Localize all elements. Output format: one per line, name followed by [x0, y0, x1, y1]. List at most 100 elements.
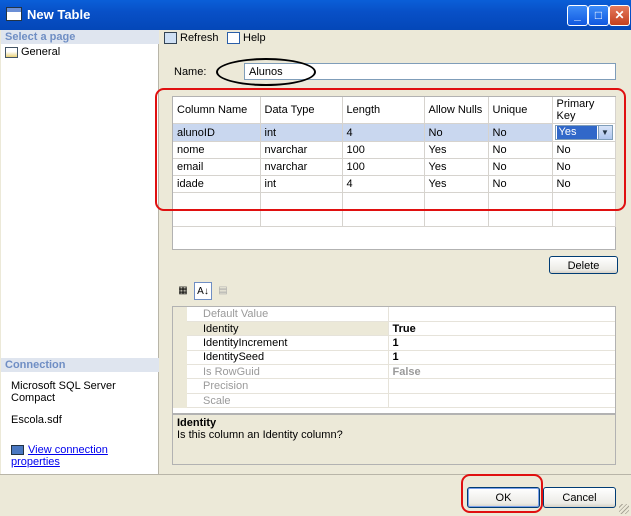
grid-cell[interactable]	[552, 192, 616, 210]
primary-key-dropdown[interactable]: Yes ▼	[554, 125, 613, 140]
database-name: Escola.sdf	[11, 414, 62, 426]
grid-cell[interactable]: No	[488, 158, 553, 176]
page-item-label: General	[21, 46, 61, 58]
property-row[interactable]: Identity True	[173, 321, 615, 337]
property-row[interactable]: Scale	[173, 393, 615, 409]
grid-cell[interactable]: No	[552, 158, 616, 176]
column-header[interactable]: Unique	[488, 97, 553, 124]
view-connection-properties-link[interactable]: View connection properties	[11, 444, 108, 468]
grid-cell[interactable]	[173, 192, 261, 210]
alphabetical-sort-icon[interactable]: A↓	[194, 282, 212, 300]
grid-cell[interactable]: 100	[342, 141, 425, 159]
grid-cell[interactable]: email	[173, 158, 261, 176]
grid-cell[interactable]: 100	[342, 158, 425, 176]
view-connection-properties[interactable]: View connection properties	[11, 444, 158, 468]
property-value[interactable]: False	[388, 364, 615, 380]
grid-cell[interactable]: Yes	[424, 141, 489, 159]
grid-cell[interactable]: idade	[173, 175, 261, 193]
grid-cell[interactable]: alunoID	[173, 123, 261, 142]
description-title: Identity	[177, 417, 217, 429]
property-name: Identity	[187, 321, 389, 337]
minimize-button[interactable]: _	[567, 5, 588, 26]
server-name: Microsoft SQL Server Compact	[11, 380, 116, 404]
property-gutter	[173, 350, 187, 365]
name-label: Name:	[174, 66, 207, 78]
grid-cell[interactable]: No	[552, 175, 616, 193]
categorized-icon[interactable]: ▦	[174, 282, 192, 300]
property-value[interactable]	[388, 393, 615, 409]
property-gutter	[173, 364, 187, 379]
ok-button[interactable]: OK	[467, 487, 540, 508]
delete-button[interactable]: Delete	[549, 256, 618, 274]
grid-cell[interactable]: int	[260, 123, 343, 142]
grid-cell[interactable]: No	[488, 123, 553, 142]
grid-cell[interactable]	[342, 192, 425, 210]
grid-cell[interactable]: nvarchar	[260, 141, 343, 159]
table-row[interactable]: nome nvarchar 100 Yes No No	[173, 141, 616, 159]
property-row[interactable]: Default Value	[173, 307, 615, 322]
property-pages-icon[interactable]: ▤	[214, 282, 232, 300]
column-header[interactable]: Column Name	[173, 97, 261, 124]
grid-cell[interactable]: nome	[173, 141, 261, 159]
grid-cell[interactable]	[424, 209, 489, 227]
grid-cell[interactable]: Yes	[424, 158, 489, 176]
property-name: Default Value	[187, 307, 389, 322]
refresh-label: Refresh	[180, 32, 219, 44]
maximize-button[interactable]: □	[588, 5, 609, 26]
column-header[interactable]: Length	[342, 97, 425, 124]
resize-grip[interactable]	[619, 504, 629, 514]
property-value[interactable]: True	[388, 321, 615, 337]
property-name: Precision	[187, 378, 389, 394]
cancel-button[interactable]: Cancel	[543, 487, 616, 508]
table-row[interactable]: email nvarchar 100 Yes No No	[173, 158, 616, 176]
page-item-general[interactable]: General	[5, 44, 60, 60]
help-icon	[227, 32, 240, 45]
property-value[interactable]: 1	[388, 335, 615, 351]
property-toolbar: ▦ A↓ ▤	[174, 282, 234, 300]
property-row[interactable]: IdentitySeed 1	[173, 350, 615, 366]
grid-cell[interactable]: No	[488, 141, 553, 159]
grid-cell[interactable]	[488, 192, 553, 210]
grid-cell[interactable]: 4	[342, 123, 425, 142]
grid-cell[interactable]	[552, 209, 616, 227]
column-header[interactable]: Primary Key	[552, 97, 616, 124]
property-value[interactable]	[388, 378, 615, 394]
grid-cell[interactable]	[173, 209, 261, 227]
grid-cell[interactable]: int	[260, 175, 343, 193]
empty-row[interactable]	[173, 192, 616, 210]
grid-cell[interactable]	[488, 209, 553, 227]
refresh-button[interactable]: Refresh	[164, 31, 219, 45]
grid-cell[interactable]	[260, 209, 343, 227]
grid-cell[interactable]: Yes	[424, 175, 489, 193]
column-header[interactable]: Allow Nulls	[424, 97, 489, 124]
grid-cell[interactable]	[424, 192, 489, 210]
property-value[interactable]	[388, 307, 615, 322]
chevron-down-icon[interactable]: ▼	[597, 126, 612, 139]
property-value[interactable]: 1	[388, 350, 615, 366]
close-button[interactable]: ✕	[609, 5, 630, 26]
columns-grid: Column Name Data Type Length Allow Nulls Uni…	[172, 96, 616, 250]
table-icon	[6, 7, 22, 21]
grid-cell[interactable]: 4	[342, 175, 425, 193]
grid-cell[interactable]: nvarchar	[260, 158, 343, 176]
grid-cell[interactable]: No	[552, 141, 616, 159]
property-gutter	[173, 307, 187, 322]
general-page-icon	[5, 46, 18, 58]
empty-row[interactable]	[173, 209, 616, 227]
property-row[interactable]: IdentityIncrement 1	[173, 335, 615, 351]
grid-cell[interactable]	[342, 209, 425, 227]
grid-cell[interactable]: No	[488, 175, 553, 193]
table-name-input[interactable]	[244, 63, 616, 80]
property-gutter	[173, 378, 187, 394]
help-button[interactable]: Help	[227, 31, 266, 45]
column-header[interactable]: Data Type	[260, 97, 343, 124]
property-row[interactable]: Precision	[173, 378, 615, 394]
table-row[interactable]: alunoID int 4 No No Yes ▼	[173, 123, 616, 142]
table-row[interactable]: idade int 4 Yes No No	[173, 175, 616, 193]
property-row[interactable]: Is RowGuid False	[173, 364, 615, 380]
column-properties-grid: Default Value Identity True IdentityIncreme…	[172, 306, 616, 414]
grid-cell[interactable]: Yes ▼	[552, 123, 616, 142]
select-page-header: Select a page	[1, 30, 159, 44]
grid-cell[interactable]	[260, 192, 343, 210]
grid-cell[interactable]: No	[424, 123, 489, 142]
